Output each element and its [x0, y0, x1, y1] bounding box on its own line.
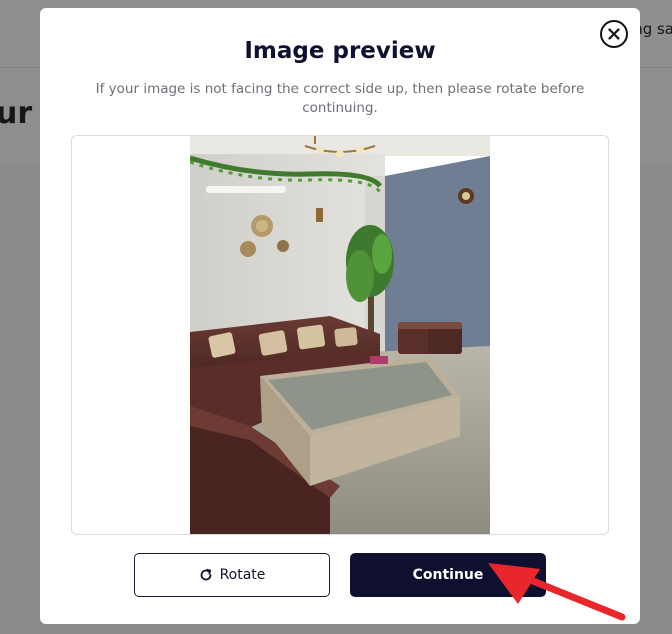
dialog-description: If your image is not facing the correct … [95, 81, 585, 116]
close-button[interactable] [600, 20, 628, 48]
annotation-arrow-icon [488, 563, 626, 621]
rotate-cw-icon [200, 568, 211, 581]
background-heading: ur [0, 96, 33, 131]
image-preview-frame [71, 135, 609, 535]
uploaded-photo [190, 136, 490, 534]
dialog-title: Image preview [244, 38, 436, 64]
continue-button-label: Continue [412, 567, 484, 583]
rotate-button-label: Rotate [219, 567, 266, 583]
image-preview-dialog: Image preview If your image is not facin… [40, 8, 640, 624]
close-icon [608, 28, 620, 40]
living-room-photo [190, 136, 490, 534]
rotate-button[interactable]: Rotate [134, 553, 330, 597]
